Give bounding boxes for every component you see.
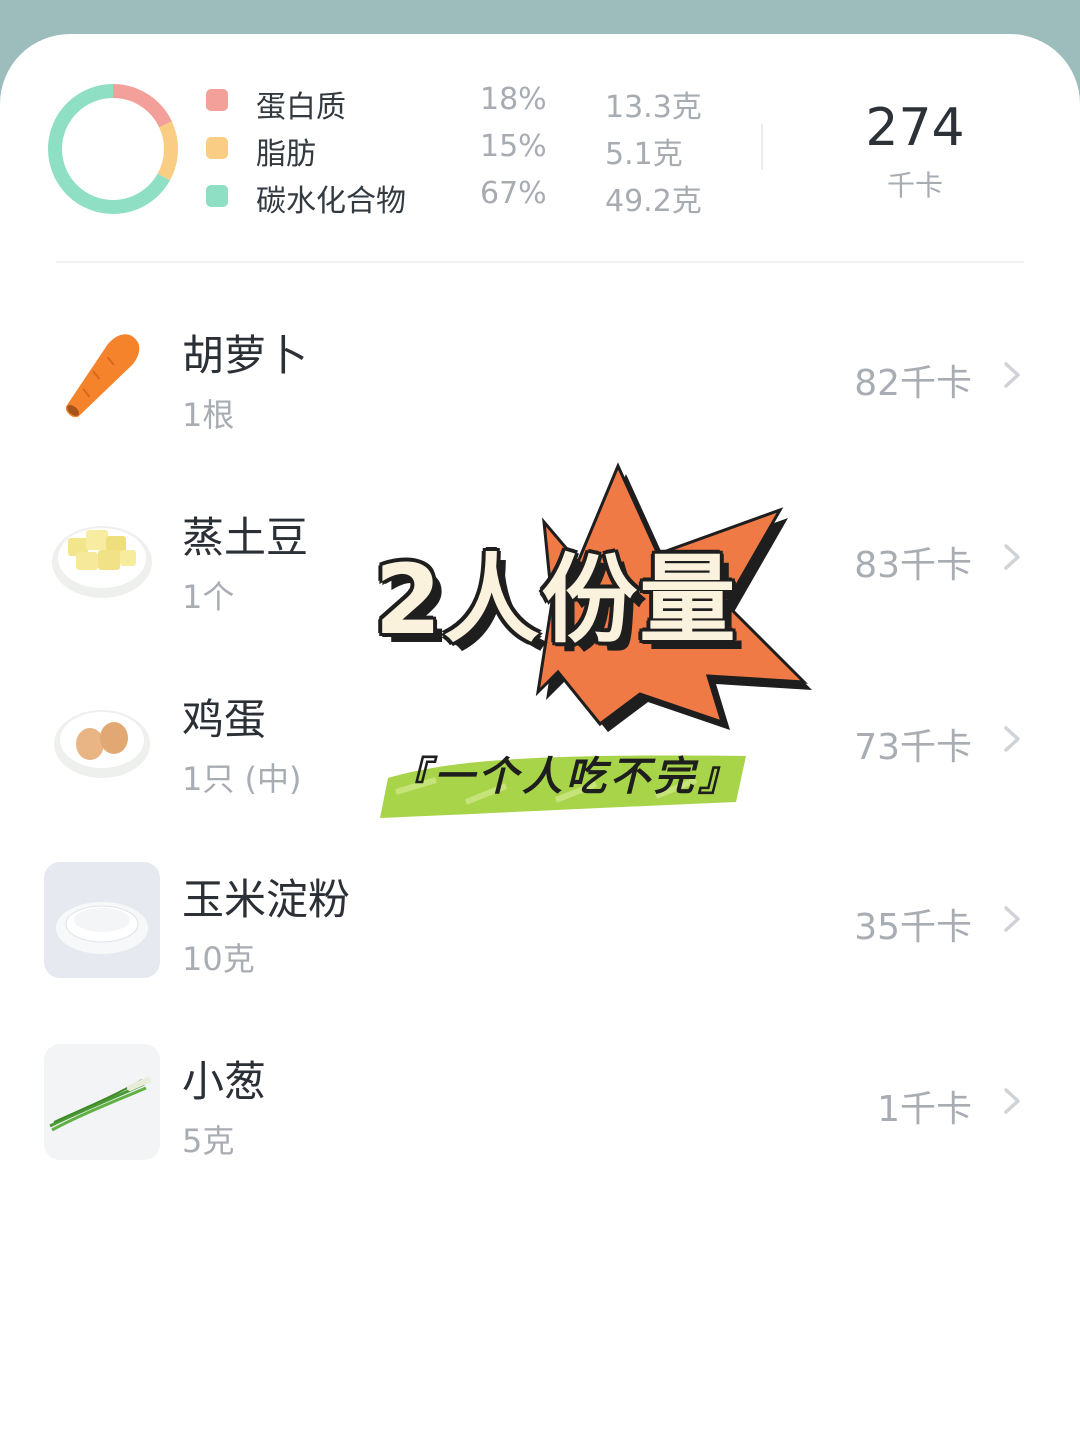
sticker-subtitle-text: 一个人吃不完 [434,753,698,800]
ingredient-calories: 73千卡 [854,727,972,768]
chevron-right-icon [1004,362,1020,388]
ingredient-row-scallion[interactable]: 小葱 5克 1千卡 [0,1044,1080,1194]
ingredient-calories: 35千卡 [854,907,972,948]
ingredient-name: 胡萝卜 [182,331,309,380]
macro-grams: 49.2克 [605,184,702,219]
section-divider [56,261,1024,263]
macro-percent: 18% [480,82,547,117]
carrot-icon [44,318,160,434]
chevron-right-icon [1004,906,1020,932]
fat-color-dot [206,137,228,159]
ingredient-quantity: 5克 [182,1122,235,1160]
serving-sticker: 2人份量 『一个人吃不完』 [296,462,816,832]
ingredient-calories: 82千卡 [854,363,972,404]
protein-color-dot [206,89,228,111]
macro-grams: 5.1克 [605,137,683,172]
ingredient-row-cornstarch[interactable]: 玉米淀粉 10克 35千卡 [0,862,1080,1012]
ingredient-calories: 83千卡 [854,545,972,586]
left-bracket: 『 [390,753,434,800]
macro-percent: 15% [480,129,547,164]
ingredient-name: 小葱 [182,1057,267,1106]
sticker-title: 2人份量 [374,544,738,656]
chevron-right-icon [1004,544,1020,570]
macro-grams: 13.3克 [605,90,702,125]
ingredient-name: 蒸土豆 [182,513,309,562]
ingredient-name: 玉米淀粉 [182,875,351,924]
potato-icon [44,500,160,616]
total-calories: 274 [865,98,965,158]
egg-icon [44,682,160,798]
ingredient-quantity: 1根 [182,396,235,434]
total-calories-unit: 千卡 [886,169,943,202]
chevron-right-icon [1004,726,1020,752]
chevron-right-icon [1004,1088,1020,1114]
scallion-icon [44,1044,160,1160]
macro-name: 蛋白质 [256,90,346,125]
sticker-subtitle: 『一个人吃不完』 [326,744,806,802]
starch-icon [44,862,160,978]
ingredient-row-carrot[interactable]: 胡萝卜 1根 82千卡 [0,318,1080,468]
macro-percent: 67% [480,176,547,211]
ingredient-quantity: 1个 [182,578,235,616]
right-bracket: 』 [698,753,742,800]
ingredient-name: 鸡蛋 [182,695,267,744]
carbs-color-dot [206,185,228,207]
summary-divider [761,124,763,170]
macro-name: 脂肪 [256,137,316,172]
macro-donut-chart [48,84,178,214]
macro-name: 碳水化合物 [256,184,406,219]
ingredient-quantity: 1只 (中) [182,760,302,798]
ingredient-quantity: 10克 [182,940,255,978]
ingredient-calories: 1千卡 [877,1089,972,1130]
